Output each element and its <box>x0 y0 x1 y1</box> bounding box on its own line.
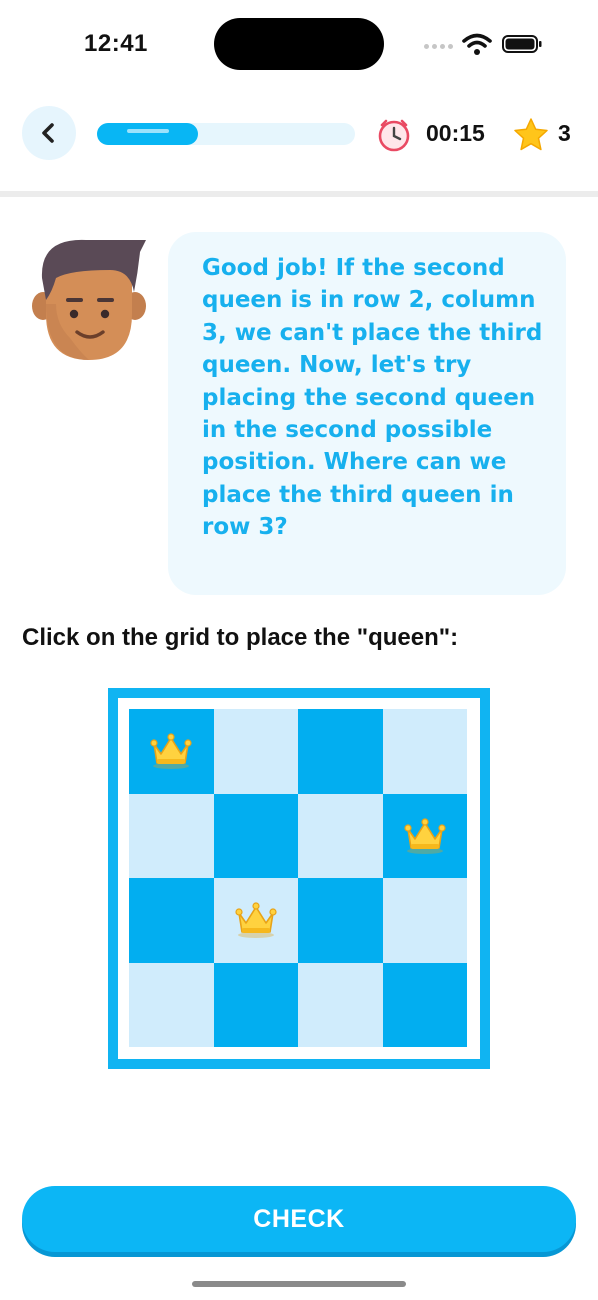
board-cell-r1-c2[interactable] <box>213 709 298 794</box>
lesson-progress-bar <box>97 123 355 145</box>
status-bar: 12:41 <box>0 0 598 90</box>
wifi-icon <box>462 33 492 55</box>
board-cell-r2-c2[interactable] <box>213 793 298 878</box>
crown-icon <box>150 733 192 770</box>
grid-instruction: Click on the grid to place the "queen": <box>22 624 459 651</box>
board-cell-r1-c4[interactable] <box>382 709 467 794</box>
check-button[interactable]: CHECK <box>22 1186 576 1252</box>
queens-board-frame <box>108 688 490 1069</box>
signal-dots-icon <box>424 44 453 49</box>
star-icon <box>514 118 548 151</box>
board-cell-r1-c3[interactable] <box>298 709 383 794</box>
battery-icon <box>502 35 542 53</box>
tutor-avatar <box>32 239 146 360</box>
header-divider <box>0 191 598 197</box>
dynamic-island <box>214 18 384 70</box>
chevron-left-icon <box>42 123 54 143</box>
check-button-label: CHECK <box>253 1204 345 1233</box>
board-cell-r2-c1[interactable] <box>129 793 214 878</box>
home-indicator <box>192 1281 406 1287</box>
board-cell-r4-c3[interactable] <box>298 962 383 1047</box>
back-button[interactable] <box>22 106 76 160</box>
tutor-message: Good job! If the second queen is in row … <box>202 255 543 541</box>
crown-icon <box>404 818 446 854</box>
board-cell-r4-c2[interactable] <box>213 962 298 1047</box>
board-cell-r3-c3[interactable] <box>298 878 383 963</box>
status-time: 12:41 <box>84 30 148 57</box>
crown-icon <box>235 902 277 939</box>
alarm-clock-icon <box>378 119 410 152</box>
board-cell-r2-c3[interactable] <box>298 793 383 878</box>
lesson-header: 00:15 3 <box>0 104 598 164</box>
board-cell-r3-c4[interactable] <box>382 878 467 963</box>
star-count: 3 <box>558 120 571 146</box>
board-cell-r4-c4[interactable] <box>382 962 467 1047</box>
board-cell-r3-c2[interactable] <box>213 878 298 963</box>
board-cell-r1-c1[interactable] <box>129 709 214 794</box>
board-cell-r3-c1[interactable] <box>129 878 214 963</box>
board-cell-r4-c1[interactable] <box>129 962 214 1047</box>
tutor-speech-bubble: Good job! If the second queen is in row … <box>168 232 566 595</box>
timer-readout: 00:15 <box>426 120 485 146</box>
board-cell-r2-c4[interactable] <box>382 793 467 878</box>
progress-fill <box>97 123 198 145</box>
queens-board <box>129 709 467 1047</box>
